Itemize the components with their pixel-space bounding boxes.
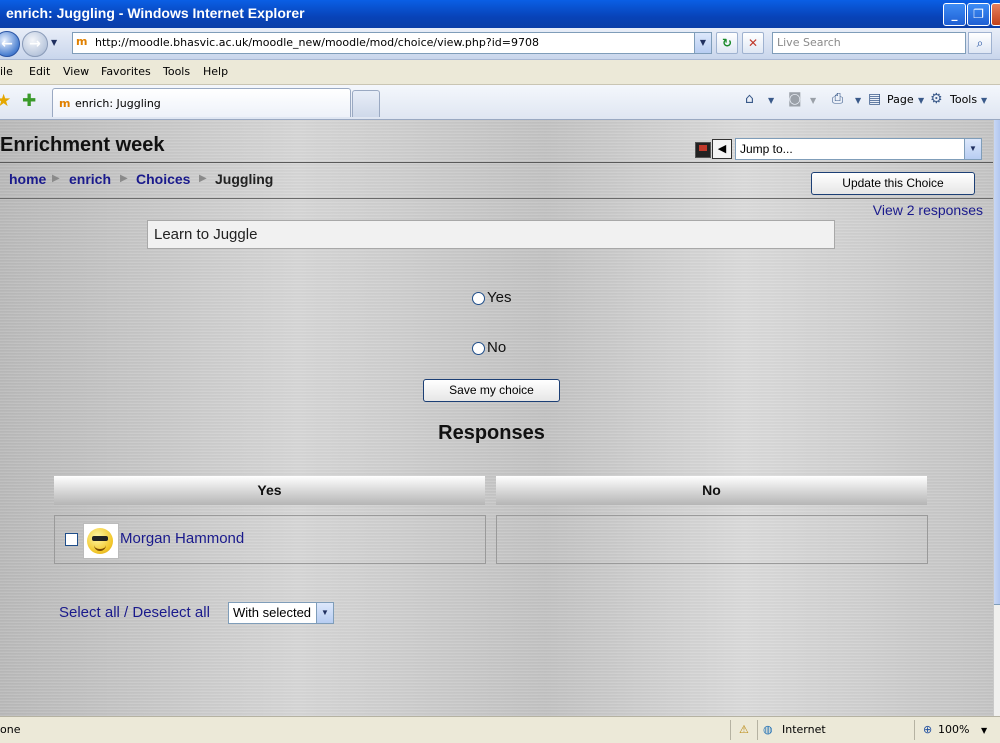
close-window-button[interactable] bbox=[991, 3, 1000, 26]
avatar-glasses bbox=[92, 536, 108, 541]
menu-help[interactable]: Help bbox=[203, 65, 228, 78]
divider bbox=[914, 720, 915, 740]
responses-heading: Responses bbox=[438, 422, 545, 444]
with-selected-value: With selected bbox=[233, 605, 312, 620]
security-zone: Internet bbox=[782, 723, 826, 736]
print-dropdown-icon[interactable]: ▼ bbox=[855, 96, 861, 105]
option-no-radio[interactable] bbox=[472, 342, 485, 355]
print-icon[interactable]: ⎙ bbox=[832, 91, 843, 107]
with-selected-select[interactable]: With selected ▼ bbox=[228, 602, 334, 624]
back-button[interactable]: ← bbox=[0, 31, 20, 57]
course-title: Enrichment week bbox=[0, 134, 165, 156]
address-toolbar: ← → ▼ m http://moodle.bhasvic.ac.uk/mood… bbox=[0, 28, 1000, 60]
breadcrumb-separator-icon: ▶ bbox=[199, 173, 207, 184]
breadcrumb-enrich[interactable]: enrich bbox=[69, 171, 111, 187]
zoom-dropdown-icon[interactable]: ▼ bbox=[981, 726, 987, 735]
zoom-icon[interactable]: ⊕ bbox=[923, 723, 932, 736]
breadcrumb-choices[interactable]: Choices bbox=[136, 171, 190, 187]
tab-bar: ★ ✚ m enrich: Juggling ⌂ ▼ ◙ ▼ ⎙ ▼ ▤ Pag… bbox=[0, 85, 1000, 120]
option-yes-radio[interactable] bbox=[472, 292, 485, 305]
status-bar: one ⚠ ◍ Internet ⊕ 100% ▼ bbox=[0, 716, 1000, 743]
add-favorite-icon[interactable]: ✚ bbox=[22, 91, 36, 111]
menu-bar: ile Edit View Favorites Tools Help bbox=[0, 60, 1000, 85]
choice-question-box: Learn to Juggle bbox=[147, 220, 835, 249]
forward-button[interactable]: → bbox=[22, 31, 48, 57]
response-user-link[interactable]: Morgan Hammond bbox=[120, 530, 244, 547]
scrollbar-thumb[interactable] bbox=[994, 120, 1000, 605]
breadcrumb-current: Juggling bbox=[215, 171, 274, 187]
home-icon[interactable]: ⌂ bbox=[745, 91, 754, 107]
update-choice-button[interactable]: Update this Choice bbox=[811, 172, 975, 195]
jump-to-select[interactable]: Jump to... ▼ bbox=[735, 138, 982, 160]
moodle-favicon-icon: m bbox=[76, 35, 88, 48]
response-select-checkbox[interactable] bbox=[65, 533, 78, 546]
feeds-icon[interactable]: ◙ bbox=[788, 91, 802, 107]
option-no-label[interactable]: No bbox=[487, 339, 506, 356]
window-title-bar[interactable]: enrich: Juggling - Windows Internet Expl… bbox=[0, 0, 1000, 28]
breadcrumb-home[interactable]: home bbox=[9, 171, 46, 187]
tools-menu[interactable]: Tools bbox=[950, 93, 977, 106]
breadcrumb-separator-icon: ▶ bbox=[52, 173, 60, 184]
address-dropdown-icon[interactable]: ▼ bbox=[694, 33, 711, 53]
home-dropdown-icon[interactable]: ▼ bbox=[768, 96, 774, 105]
refresh-button[interactable]: ↻ bbox=[716, 32, 738, 54]
chevron-down-icon[interactable]: ▼ bbox=[316, 603, 333, 623]
page-dropdown-icon[interactable]: ▼ bbox=[918, 96, 924, 105]
option-yes-label[interactable]: Yes bbox=[487, 289, 511, 306]
save-icon[interactable] bbox=[695, 142, 711, 158]
menu-tools[interactable]: Tools bbox=[163, 65, 190, 78]
stop-button[interactable]: ✕ bbox=[742, 32, 764, 54]
page-menu[interactable]: Page bbox=[887, 93, 914, 106]
page-icon[interactable]: ▤ bbox=[868, 91, 881, 107]
globe-icon: ◍ bbox=[763, 723, 773, 736]
window-title: enrich: Juggling - Windows Internet Expl… bbox=[6, 5, 305, 21]
search-input[interactable]: Live Search bbox=[772, 32, 966, 54]
menu-favorites[interactable]: Favorites bbox=[101, 65, 151, 78]
tab-active[interactable]: m enrich: Juggling bbox=[52, 88, 351, 117]
column-header-yes: Yes bbox=[54, 476, 485, 505]
search-icon[interactable]: ⌕ bbox=[968, 32, 992, 54]
favorites-star-icon[interactable]: ★ bbox=[0, 91, 11, 111]
choice-question: Learn to Juggle bbox=[154, 226, 258, 243]
view-responses-link[interactable]: View 2 responses bbox=[873, 202, 983, 218]
menu-file[interactable]: ile bbox=[0, 65, 13, 78]
vertical-scrollbar[interactable] bbox=[993, 120, 1000, 716]
no-responses-cell bbox=[496, 515, 928, 564]
feeds-dropdown-icon[interactable]: ▼ bbox=[810, 96, 816, 105]
status-text: one bbox=[0, 723, 21, 736]
tab-label: enrich: Juggling bbox=[75, 97, 161, 110]
address-url: http://moodle.bhasvic.ac.uk/moodle_new/m… bbox=[95, 36, 539, 49]
tools-gear-icon[interactable]: ⚙ bbox=[930, 91, 943, 107]
avatar[interactable] bbox=[83, 523, 119, 559]
address-bar[interactable]: m http://moodle.bhasvic.ac.uk/moodle_new… bbox=[72, 32, 712, 54]
new-tab-button[interactable] bbox=[352, 90, 380, 117]
menu-edit[interactable]: Edit bbox=[29, 65, 50, 78]
warning-icon[interactable]: ⚠ bbox=[739, 723, 749, 736]
save-choice-button[interactable]: Save my choice bbox=[423, 379, 560, 402]
menu-view[interactable]: View bbox=[63, 65, 89, 78]
jump-to-value: Jump to... bbox=[740, 142, 793, 156]
recent-pages-dropdown-icon[interactable]: ▼ bbox=[51, 38, 57, 47]
tools-dropdown-icon[interactable]: ▼ bbox=[981, 96, 987, 105]
moodle-favicon-icon: m bbox=[59, 97, 71, 110]
divider bbox=[0, 198, 993, 199]
divider bbox=[730, 720, 731, 740]
breadcrumb-separator-icon: ▶ bbox=[120, 173, 128, 184]
divider bbox=[757, 720, 758, 740]
previous-activity-button[interactable]: ◀ bbox=[712, 139, 732, 159]
zoom-level[interactable]: 100% bbox=[938, 723, 969, 736]
select-all-link[interactable]: Select all / Deselect all bbox=[59, 604, 210, 621]
maximize-button[interactable]: ❐ bbox=[967, 3, 990, 26]
minimize-button[interactable]: _ bbox=[943, 3, 966, 26]
search-placeholder: Live Search bbox=[777, 36, 841, 49]
chevron-down-icon[interactable]: ▼ bbox=[964, 139, 981, 159]
divider bbox=[0, 162, 993, 163]
page-content: Enrichment week ◀ Jump to... ▼ home ▶ en… bbox=[0, 120, 993, 716]
column-header-no: No bbox=[496, 476, 927, 505]
